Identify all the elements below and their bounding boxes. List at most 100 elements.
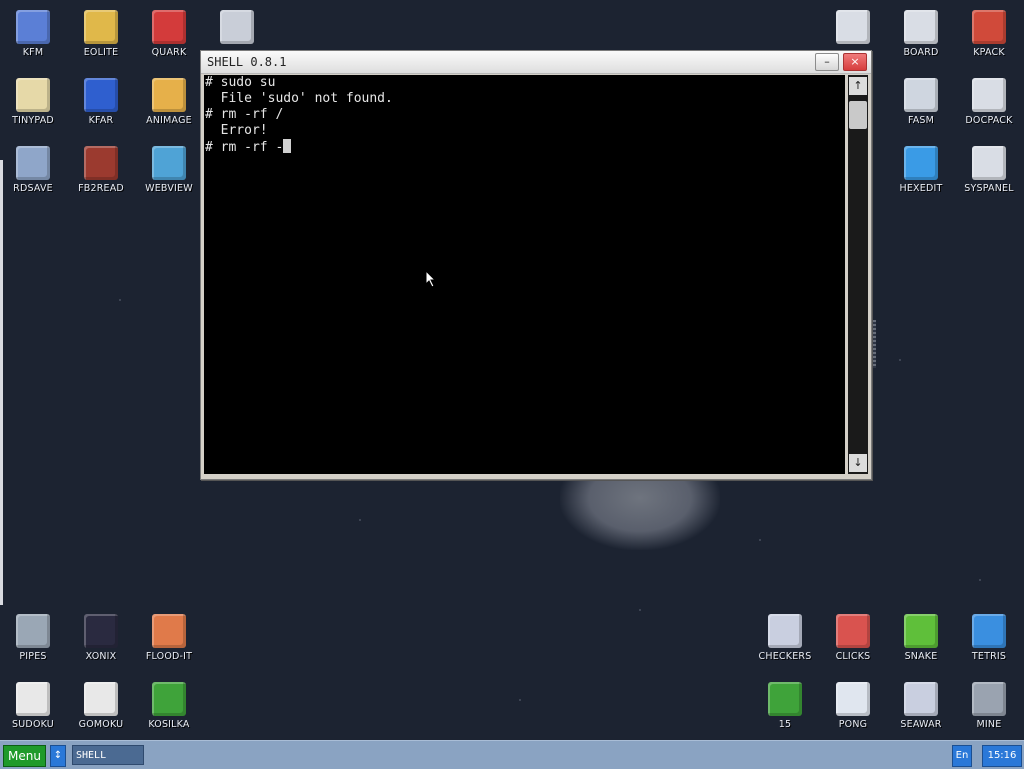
window-titlebar[interactable]: SHELL 0.8.1 – ×: [201, 51, 871, 74]
desktop-icon-flood-it[interactable]: FLOOD-IT: [137, 606, 201, 672]
desktop-icon-15[interactable]: 15: [753, 674, 817, 740]
desktop-icon-pipes[interactable]: PIPES: [1, 606, 65, 672]
vertical-scrollbar[interactable]: ↑ ↓: [848, 75, 868, 474]
book-icon: [84, 146, 118, 180]
desktop-icon-sudoku[interactable]: SUDOKU: [1, 674, 65, 740]
sudoku-grid-icon: [16, 682, 50, 716]
notepad-pencil-icon: [16, 78, 50, 112]
desktop-icon-label: SNAKE: [904, 651, 938, 662]
language-indicator[interactable]: En: [952, 745, 972, 767]
taskbar: Menu ↕ SHELL En 15:16: [0, 740, 1024, 769]
clock[interactable]: 15:16: [982, 745, 1022, 767]
blocks-icon: [836, 614, 870, 648]
desktop-left-edge: [0, 160, 3, 605]
terminal-command: # rm -rf -: [205, 140, 284, 155]
desktop-icon-syspanel[interactable]: SYSPANEL: [957, 138, 1021, 204]
bug-window-icon: [836, 10, 870, 44]
desktop-icon-mine[interactable]: MINE: [957, 674, 1021, 740]
snake-icon: [904, 614, 938, 648]
desktop-icon-animage[interactable]: ANIMAGE: [137, 70, 201, 136]
terminal-line: Error!: [205, 123, 268, 138]
desktop-icon-fasm[interactable]: FASM: [889, 70, 953, 136]
pipes-icon: [16, 614, 50, 648]
clipboard-icon: [904, 10, 938, 44]
desktop-icon-eolite[interactable]: EOLITE: [69, 2, 133, 68]
desktop-icon-label: XONIX: [85, 651, 117, 662]
terminal-output[interactable]: # sudo su File 'sudo' not found. # rm -r…: [204, 75, 845, 474]
ram-disk-icon: [16, 146, 50, 180]
switch-windows-button[interactable]: ↕: [50, 745, 66, 767]
desktop-icon-docpack[interactable]: DOCPACK: [957, 70, 1021, 136]
desktop-icon-label: TETRIS: [971, 651, 1007, 662]
desktop-icon-fb2read[interactable]: FB2READ: [69, 138, 133, 204]
terminal-input-line[interactable]: # rm -rf -: [205, 139, 845, 155]
desktop-icon-webview[interactable]: WEBVIEW: [137, 138, 201, 204]
terminal-line: # sudo su: [205, 75, 276, 90]
terminal-line: File 'sudo' not found.: [205, 91, 393, 106]
desktop-icon-kosilka[interactable]: KOSILKA: [137, 674, 201, 740]
shell-window[interactable]: SHELL 0.8.1 – × # sudo su File 'sudo' no…: [200, 50, 872, 480]
desktop-icon-label: MINE: [976, 719, 1002, 730]
desktop-icon-pong[interactable]: PONG: [821, 674, 885, 740]
desktop-icon-seawar[interactable]: SEAWAR: [889, 674, 953, 740]
menu-button[interactable]: Menu: [3, 745, 46, 767]
hammer-icon: [972, 10, 1006, 44]
desktop-icon-checkers[interactable]: CHECKERS: [753, 606, 817, 672]
he-letters-icon: [904, 146, 938, 180]
cabinet-icon: [972, 78, 1006, 112]
fifteen-grid-icon: [768, 682, 802, 716]
scroll-down-button[interactable]: ↓: [849, 454, 867, 472]
desktop-icon-kfar[interactable]: KFAR: [69, 70, 133, 136]
folder-icon: [84, 10, 118, 44]
desktop-icon-label: SYSPANEL: [964, 183, 1014, 194]
fasm-icon: [904, 78, 938, 112]
terminal-line: # rm -rf /: [205, 107, 284, 122]
desktop-icon-label: CLICKS: [835, 651, 871, 662]
desktop-icon-clicks[interactable]: CLICKS: [821, 606, 885, 672]
sailing-ship-icon: [904, 682, 938, 716]
minimize-button[interactable]: –: [815, 53, 839, 71]
notebook-icon: [152, 10, 186, 44]
desktop-icon-gomoku[interactable]: GOMOKU: [69, 674, 133, 740]
desktop-icon-hexedit[interactable]: HEXEDIT: [889, 138, 953, 204]
xonix-icon: [84, 614, 118, 648]
desktop-icon-label: TINYPAD: [12, 115, 54, 126]
tetris-cube-icon: [972, 614, 1006, 648]
wallpaper-spaceship: [560, 470, 720, 550]
desktop-icon-label: FLOOD-IT: [145, 651, 193, 662]
desktop-icon-label: ANIMAGE: [146, 115, 192, 126]
desktop-icon-kpack[interactable]: KPACK: [957, 2, 1021, 68]
desktop-icon-label: KFM: [22, 47, 44, 58]
desktop-icon-rdsave[interactable]: RDSAVE: [1, 138, 65, 204]
desktop-icon-kfm[interactable]: KFM: [1, 2, 65, 68]
desktop-icon-label: 15: [778, 719, 792, 730]
scrollbar-thumb[interactable]: [849, 101, 867, 129]
desktop-icon-quark[interactable]: QUARK: [137, 2, 201, 68]
desktop-icon-label: SUDOKU: [12, 719, 54, 730]
xo-grid-icon: [84, 682, 118, 716]
desktop-icon-label: CHECKERS: [758, 651, 812, 662]
desktop-icon-label: EOLITE: [83, 47, 119, 58]
desktop-icon-snake[interactable]: SNAKE: [889, 606, 953, 672]
scroll-up-button[interactable]: ↑: [849, 77, 867, 95]
window-title: SHELL 0.8.1: [207, 55, 287, 69]
desktop-icon-label: KFAR: [88, 115, 114, 126]
calculator-icon: [220, 10, 254, 44]
checkers-pieces-icon: [768, 614, 802, 648]
close-button[interactable]: ×: [843, 53, 867, 71]
desktop-icon-tinypad[interactable]: TINYPAD: [1, 70, 65, 136]
mine-icon: [972, 682, 1006, 716]
desktop-icon-label: QUARK: [151, 47, 187, 58]
desktop-icon-label: KPACK: [973, 47, 1005, 58]
desktop-icon-board[interactable]: BOARD: [889, 2, 953, 68]
desktop-icon-tetris[interactable]: TETRIS: [957, 606, 1021, 672]
desktop-icon-label: HEXEDIT: [899, 183, 943, 194]
desktop-icon-xonix[interactable]: XONIX: [69, 606, 133, 672]
taskbar-item-shell[interactable]: SHELL: [72, 745, 144, 765]
pong-icon: [836, 682, 870, 716]
desktop-icon-label: BOARD: [903, 47, 939, 58]
globe-window-icon: [152, 146, 186, 180]
desktop-icon-label: SEAWAR: [900, 719, 942, 730]
color-grid-icon: [152, 614, 186, 648]
desktop-icon-label: PONG: [838, 719, 868, 730]
